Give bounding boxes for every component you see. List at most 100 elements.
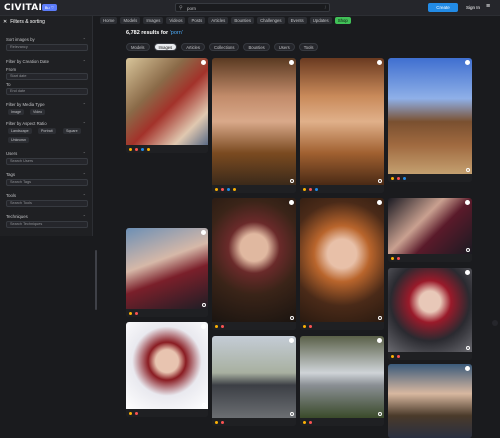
aspect-portrait-chip[interactable]: Portrait — [38, 128, 56, 134]
nav-updates[interactable]: Updates — [309, 17, 332, 24]
laugh-icon[interactable] — [403, 176, 406, 180]
heart-icon[interactable] — [221, 420, 224, 424]
tab-bounties[interactable]: Bounties — [243, 43, 270, 51]
info-icon[interactable] — [202, 303, 206, 307]
image-thumbnail[interactable] — [126, 58, 208, 145]
nav-shop[interactable]: Shop — [334, 17, 351, 24]
heart-icon[interactable] — [135, 411, 138, 415]
image-thumbnail[interactable] — [388, 268, 472, 352]
heart-icon[interactable] — [135, 147, 138, 151]
more-options-icon[interactable] — [289, 60, 294, 65]
cry-icon[interactable] — [147, 147, 150, 151]
scroll-to-top-button[interactable] — [492, 320, 498, 326]
info-icon[interactable] — [466, 346, 470, 350]
to-date-input[interactable]: End date — [6, 88, 88, 95]
image-card[interactable] — [212, 58, 296, 193]
image-card[interactable] — [212, 336, 296, 426]
menu-icon[interactable]: ≡ — [486, 3, 490, 10]
media-image-chip[interactable]: Image — [8, 109, 24, 115]
image-card[interactable] — [300, 58, 384, 193]
image-card[interactable] — [388, 198, 472, 262]
chevron-up-icon[interactable]: ⌃ — [83, 172, 86, 177]
like-icon[interactable] — [303, 187, 306, 191]
like-icon[interactable] — [215, 324, 218, 328]
image-thumbnail[interactable] — [300, 336, 384, 418]
heart-icon[interactable] — [397, 354, 400, 358]
more-options-icon[interactable] — [289, 338, 294, 343]
heart-icon[interactable] — [221, 187, 224, 191]
aspect-unknown-chip[interactable]: Unknown — [8, 137, 29, 143]
image-thumbnail[interactable] — [126, 228, 208, 309]
search-input[interactable]: ⚲ porn / — [175, 3, 330, 12]
civitai-logo[interactable]: CIVITAI — [4, 3, 42, 13]
heart-icon[interactable] — [397, 176, 400, 180]
from-date-input[interactable]: Start date — [6, 73, 88, 80]
nav-images[interactable]: Images — [143, 17, 164, 24]
like-icon[interactable] — [391, 176, 394, 180]
chevron-up-icon[interactable]: ⌃ — [83, 193, 86, 198]
more-options-icon[interactable] — [465, 366, 470, 371]
tools-input[interactable]: Search Tools — [6, 200, 88, 207]
close-icon[interactable]: ✕ — [3, 19, 7, 25]
create-button[interactable]: Create — [428, 3, 458, 12]
more-options-icon[interactable] — [289, 200, 294, 205]
nav-challenges[interactable]: Challenges — [257, 17, 285, 24]
nav-bounties[interactable]: Bounties — [231, 17, 255, 24]
cry-icon[interactable] — [233, 187, 236, 191]
aspect-landscape-chip[interactable]: Landscape — [8, 128, 32, 134]
chevron-up-icon[interactable]: ⌃ — [83, 59, 86, 64]
heart-icon[interactable] — [309, 420, 312, 424]
info-icon[interactable] — [466, 248, 470, 252]
tags-input[interactable]: Search Tags — [6, 179, 88, 186]
more-options-icon[interactable] — [465, 60, 470, 65]
image-card[interactable] — [126, 228, 208, 317]
heart-icon[interactable] — [309, 324, 312, 328]
like-icon[interactable] — [391, 256, 394, 260]
more-options-icon[interactable] — [201, 324, 206, 329]
laugh-icon[interactable] — [315, 187, 318, 191]
sign-in-link[interactable]: Sign In — [466, 5, 480, 10]
chevron-up-icon[interactable]: ⌃ — [83, 151, 86, 156]
like-icon[interactable] — [303, 420, 306, 424]
laugh-icon[interactable] — [227, 187, 230, 191]
like-icon[interactable] — [215, 420, 218, 424]
info-icon[interactable] — [378, 179, 382, 183]
nav-models[interactable]: Models — [120, 17, 141, 24]
chevron-up-icon[interactable]: ⌃ — [83, 121, 86, 126]
media-video-chip[interactable]: Video — [30, 109, 46, 115]
more-options-icon[interactable] — [377, 338, 382, 343]
heart-icon[interactable] — [221, 324, 224, 328]
like-icon[interactable] — [129, 411, 132, 415]
image-thumbnail[interactable] — [300, 58, 384, 185]
tab-images[interactable]: Images — [153, 43, 178, 51]
image-thumbnail[interactable] — [300, 198, 384, 322]
info-icon[interactable] — [290, 316, 294, 320]
chevron-up-icon[interactable]: ⌃ — [83, 214, 86, 219]
tab-articles[interactable]: Articles — [181, 43, 205, 51]
aspect-square-chip[interactable]: Square — [63, 128, 81, 134]
nav-videos[interactable]: Videos — [166, 17, 186, 24]
image-thumbnail[interactable] — [388, 364, 472, 438]
tab-models[interactable]: Models — [126, 43, 150, 51]
image-thumbnail[interactable] — [212, 198, 296, 322]
like-icon[interactable] — [129, 147, 132, 151]
like-icon[interactable] — [215, 187, 218, 191]
image-card[interactable] — [300, 198, 384, 330]
info-icon[interactable] — [378, 412, 382, 416]
info-icon[interactable] — [290, 179, 294, 183]
nav-posts[interactable]: Posts — [188, 17, 206, 24]
more-options-icon[interactable] — [465, 200, 470, 205]
nav-home[interactable]: Home — [100, 17, 118, 24]
tab-collections[interactable]: Collections — [208, 43, 240, 51]
image-thumbnail[interactable] — [212, 58, 296, 185]
image-card[interactable] — [388, 364, 472, 438]
like-icon[interactable] — [391, 354, 394, 358]
more-options-icon[interactable] — [377, 60, 382, 65]
image-thumbnail[interactable] — [388, 198, 472, 254]
heart-icon[interactable] — [135, 311, 138, 315]
info-icon[interactable] — [466, 168, 470, 172]
info-icon[interactable] — [202, 403, 206, 407]
image-card[interactable] — [126, 322, 208, 417]
image-card[interactable] — [212, 198, 296, 330]
more-options-icon[interactable] — [377, 200, 382, 205]
